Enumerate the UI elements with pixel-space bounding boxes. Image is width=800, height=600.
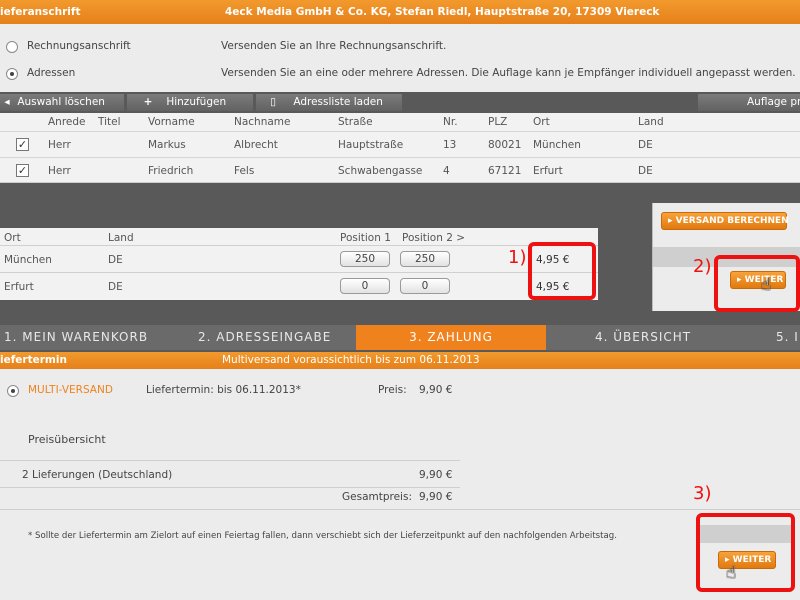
step-overview[interactable]: 4. ÜBERSICHT [595,325,735,350]
option-desc-invoice: Versenden Sie an Ihre Rechnungsanschrift… [221,40,447,52]
cell-vorname: Markus [148,139,186,151]
total-price: 9,90 € [419,491,453,503]
column-header: PLZ [488,116,508,128]
column-header-next[interactable]: Position 2 > [402,232,465,244]
summary-divider [0,460,460,461]
table-row[interactable]: ✓ Herr Friedrich Fels Schwabengasse 4 67… [0,157,800,183]
option-desc-addresses: Versenden Sie an eine oder mehrere Adres… [221,67,796,79]
cell-land: DE [108,254,123,266]
row-checkbox[interactable]: ✓ [16,138,29,151]
annotation-number-1: 1) [508,247,527,268]
summary-divider [0,509,800,510]
cell-nr: 4 [443,165,450,177]
load-address-list-button[interactable]: ▯ Adressliste laden [256,94,402,111]
radio-addresses[interactable] [6,68,18,80]
option-label-addresses: Adressen [27,67,76,79]
radio-invoice-address[interactable] [6,41,18,53]
document-icon: ▯ [270,96,276,108]
cell-vorname: Friedrich [148,165,194,177]
cell-ort: Erfurt [533,165,563,177]
delivery-header-title: iefertermin [0,354,67,366]
sender-info: 4eck Media GmbH & Co. KG, Stefan Riedl, … [225,6,660,18]
calculate-shipping-button[interactable]: ▸ VERSAND BERECHNEN [661,212,789,230]
column-header: Ort [533,116,550,128]
cell-plz: 80021 [488,139,522,151]
summary-divider [0,487,460,488]
column-header: Land [108,232,134,244]
step-payment[interactable]: 3. ZAHLUNG [356,325,546,350]
column-header: Nr. [443,116,458,128]
annotation-box-next [714,255,800,312]
price-value: 9,90 € [419,384,453,396]
edition-label: Auflage pr [747,96,800,108]
column-header: Position 1 [340,232,391,244]
column-header: Nachname [234,116,291,128]
table-row: Erfurt DE 0 0 4,95 € [0,272,598,299]
quantity-input-position-1[interactable]: 250 [340,251,390,267]
holiday-footnote: * Sollte der Liefertermin am Zielort auf… [28,531,617,541]
shipping-options-panel: Rechnungsanschrift Versenden Sie an Ihre… [0,24,800,92]
cell-land: DE [108,281,123,293]
table-row[interactable]: ✓ Herr Markus Albrecht Hauptstraße 13 80… [0,131,800,157]
delivery-address-header: ieferanschrift 4eck Media GmbH & Co. KG,… [0,0,800,24]
checkout-steps: 1. MEIN WARENKORB 2. ADRESSEINGABE 3. ZA… [0,325,800,350]
quantity-input-position-2[interactable]: 0 [400,278,450,294]
multi-shipping-label: MULTI-VERSAND [28,384,113,396]
column-header: Land [638,116,664,128]
step-5[interactable]: 5. I [776,325,800,350]
delivery-estimate: Multiversand voraussichtlich bis zum 06.… [222,354,480,366]
cell-strasse: Schwabengasse [338,165,423,177]
add-address-button[interactable]: + Hinzufügen [127,94,253,111]
cell-nachname: Fels [234,165,255,177]
delivery-date: Liefertermin: bis 06.11.2013* [146,384,301,396]
clear-selection-label: Auswahl löschen [17,96,105,108]
cell-anrede: Herr [48,165,71,177]
deliveries-line-price: 9,90 € [419,469,453,481]
annotation-number-3: 3) [693,483,712,504]
column-header: Anrede [48,116,86,128]
edition-per-recipient-button[interactable]: Auflage pr [698,94,800,111]
hand-cursor-icon: ☝ [761,275,772,295]
step-address[interactable]: 2. ADRESSEINGABE [198,325,338,350]
column-header: Vorname [148,116,195,128]
row-checkbox[interactable]: ✓ [16,164,29,177]
cell-ort: Erfurt [4,281,34,293]
add-address-label: Hinzufügen [166,96,227,108]
cell-strasse: Hauptstraße [338,139,404,151]
radio-multi-shipping[interactable] [7,385,19,397]
delivery-date-header: iefertermin Multiversand voraussichtlich… [0,352,800,369]
address-toolbar: ◂ Auswahl löschen + Hinzufügen ▯ Adressl… [0,92,800,113]
option-label-invoice: Rechnungsanschrift [27,40,131,52]
cell-ort: München [533,139,581,151]
left-arrow-icon: ◂ [4,96,10,108]
price-label: Preis: [378,384,407,396]
header-title: ieferanschrift [0,6,81,18]
column-header: Ort [4,232,21,244]
price-overview-title: Preisübersicht [28,433,106,446]
address-table: Anrede Titel Vorname Nachname Straße Nr.… [0,113,800,183]
cell-plz: 67121 [488,165,522,177]
clear-selection-button[interactable]: ◂ Auswahl löschen [0,94,124,111]
step-cart[interactable]: 1. MEIN WARENKORB [0,325,160,350]
cell-nachname: Albrecht [234,139,278,151]
hand-cursor-icon: ☝ [726,563,737,583]
cell-anrede: Herr [48,139,71,151]
deliveries-line-label: 2 Lieferungen (Deutschland) [22,469,173,481]
plus-icon: + [143,96,153,108]
annotation-number-2: 2) [693,256,712,277]
quantity-input-position-2[interactable]: 250 [400,251,450,267]
cell-ort: München [4,254,52,266]
total-label: Gesamtpreis: [342,491,412,503]
cell-land: DE [638,139,653,151]
column-header: Titel [98,116,121,128]
column-header: Straße [338,116,373,128]
load-address-list-label: Adressliste laden [293,96,383,108]
quantity-input-position-1[interactable]: 0 [340,278,390,294]
cell-nr: 13 [443,139,457,151]
annotation-box-next-bottom [696,513,795,592]
delivery-panel: MULTI-VERSAND Liefertermin: bis 06.11.20… [0,369,800,600]
cell-land: DE [638,165,653,177]
annotation-box-prices [528,242,596,300]
